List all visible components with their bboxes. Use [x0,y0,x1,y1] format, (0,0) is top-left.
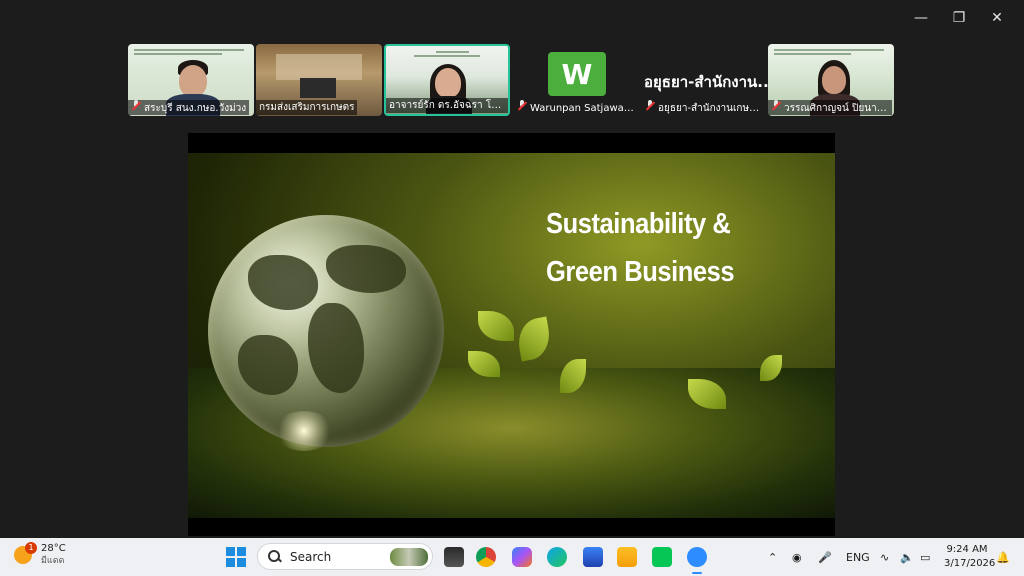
mic-muted-icon [517,100,527,111]
file-explorer-icon[interactable] [617,547,637,567]
participant-name: วรรณศิกาญจน์ ปิยนาท ส... [768,100,894,115]
date: 3/17/2026 [944,558,996,569]
copilot-icon[interactable] [512,547,532,567]
wifi-icon[interactable]: ∿ [880,538,889,576]
battery-icon[interactable]: ▭ [920,538,930,576]
task-view-icon[interactable] [444,547,464,567]
restore-icon[interactable]: ❐ [940,6,978,30]
edge-icon[interactable] [547,547,567,567]
participant-tile[interactable]: วรรณศิกาญจน์ ปิยนาท ส... [768,44,894,116]
participant-name: กรมส่งเสริมการเกษตร [256,100,382,115]
avatar: W [548,52,606,96]
sun-glow [274,411,334,451]
participant-strip: สระบุรี สนง.กษอ.วังม่วง กรมส่งเสริมการเก… [128,44,898,118]
zoom-icon[interactable] [687,547,707,567]
participant-tile[interactable]: กรมส่งเสริมการเกษตร [256,44,382,116]
line-icon[interactable] [652,547,672,567]
close-icon[interactable]: ✕ [978,6,1016,30]
glass-globe-image [208,215,444,447]
search-box[interactable]: Search [257,543,433,570]
participant-tile[interactable]: อยุธยา-สำนักงาน... อยุธยา-สำนักงานเกษตรอ… [642,44,768,116]
participant-display-name: อยุธยา-สำนักงาน... [644,73,768,91]
microsoft-store-icon[interactable] [583,547,603,567]
weather-temp: 28°C [41,543,66,554]
participant-name: สระบุรี สนง.กษอ.วังม่วง [128,100,254,115]
taskbar: 1 28°C มีแดด Search ⌃ ◉ 🎤 ENG ∿ 🔈 ▭ 9:24… [0,538,1024,576]
show-hidden-icons-icon[interactable]: ⌃ [768,538,777,576]
chrome-icon[interactable] [476,547,496,567]
notification-app-icon[interactable]: ◉ [792,538,802,576]
participant-tile-active-speaker[interactable]: อาจารย์รัก ดร.อัจฉรา โยมสินธุ์ [384,44,510,116]
banner-graphic [392,51,502,59]
slide-title: Sustainability & Green Business [546,208,735,288]
search-icon [268,549,282,564]
participant-tile[interactable]: W Warunpan Satjawanit [514,44,640,116]
active-app-indicator [692,572,702,574]
participant-name: อยุธยา-สำนักงานเกษตรอำ... [642,100,768,115]
notification-badge: 1 [25,542,37,554]
weather-desc: มีแดด [41,556,65,566]
participant-tile[interactable]: สระบุรี สนง.กษอ.วังม่วง [128,44,254,116]
presentation-slide: Sustainability & Green Business [188,153,835,518]
window-controls: — ❐ ✕ [902,6,1016,30]
notifications-bell-icon[interactable]: 🔔 [996,538,1010,576]
start-button[interactable] [226,547,246,567]
participant-name: Warunpan Satjawanit [514,100,640,115]
microphone-icon[interactable]: 🎤 [818,538,832,576]
mic-muted-icon [131,100,141,111]
volume-icon[interactable]: 🔈 [900,538,914,576]
mic-muted-icon [645,100,655,111]
banner-graphic [134,49,244,57]
mic-muted-icon [771,100,781,111]
participant-name: อาจารย์รัก ดร.อัจฉรา โยมสินธุ์ [386,98,508,113]
sun-icon: 1 [14,542,37,564]
search-placeholder: Search [290,549,332,564]
clock[interactable]: 9:24 AM 3/17/2026 [944,543,996,571]
banner-graphic [774,49,884,57]
minimize-icon[interactable]: — [902,6,940,30]
weather-widget[interactable]: 1 28°C มีแดด [14,542,66,568]
language-indicator[interactable]: ENG [846,538,870,576]
search-highlight-image [390,548,428,566]
time: 9:24 AM [946,544,988,555]
